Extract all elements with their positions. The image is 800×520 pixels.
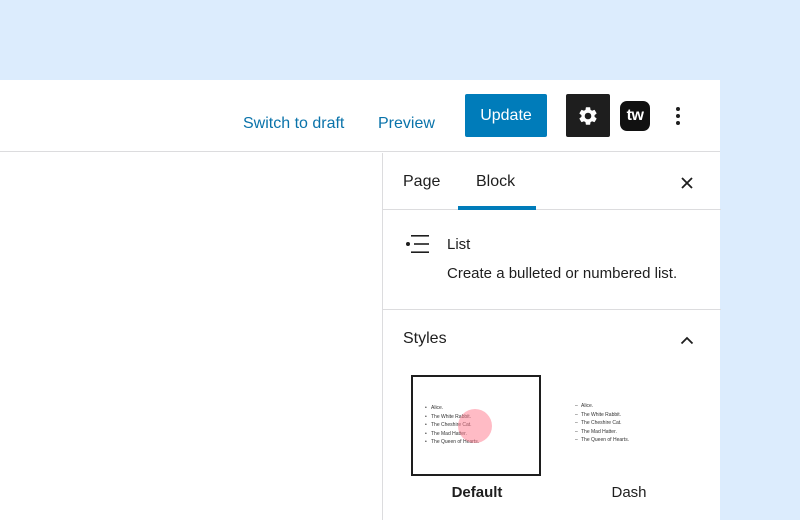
list-item: • The Queen of Hearts. xyxy=(425,439,480,445)
block-title: List xyxy=(447,236,471,253)
style-option-dash[interactable]: – Alice. – The White Rabbit. – The Cheshire… xyxy=(563,375,695,501)
block-card: List Create a bulleted or numbered list. xyxy=(383,210,721,310)
list-item: • Alice. xyxy=(425,405,444,411)
list-item: – The Queen of Hearts. xyxy=(575,437,630,443)
switch-to-draft-button[interactable]: Switch to draft xyxy=(243,104,344,144)
tab-block[interactable]: Block xyxy=(476,153,515,210)
styles-panel: Styles • Alice. • The White Rabbit. • The C… xyxy=(383,310,721,520)
sidebar-tabs: Page Block xyxy=(383,153,721,210)
list-item: – The White Rabbit. xyxy=(575,411,622,418)
close-sidebar-button[interactable] xyxy=(675,171,699,195)
list-icon xyxy=(406,235,429,253)
tab-page[interactable]: Page xyxy=(403,153,440,210)
preview-button[interactable]: Preview xyxy=(378,104,435,144)
preview-list: – Alice. – The White Rabbit. – The Cheshire… xyxy=(575,402,629,445)
update-button[interactable]: Update xyxy=(465,94,547,137)
style-preview-default[interactable]: • Alice. • The White Rabbit. • The Cheshire… xyxy=(411,375,541,476)
editor-header: Switch to draft Preview Update tw xyxy=(0,80,720,152)
styles-collapse-button[interactable] xyxy=(675,328,699,352)
style-option-default[interactable]: • Alice. • The White Rabbit. • The Cheshire… xyxy=(411,375,543,501)
more-options-button[interactable] xyxy=(668,102,688,130)
settings-button[interactable] xyxy=(566,94,610,137)
list-item: • The White Rabbit. xyxy=(425,413,472,420)
list-item: – The Cheshire Cat. xyxy=(575,420,622,426)
style-preview-dash[interactable]: – Alice. – The White Rabbit. – The Cheshire… xyxy=(563,375,693,476)
close-icon xyxy=(681,177,693,189)
gear-icon xyxy=(579,106,597,125)
block-description: Create a bulleted or numbered list. xyxy=(447,265,678,282)
vertical-ellipsis-icon xyxy=(676,107,680,125)
tw-logo-button[interactable]: tw xyxy=(620,101,650,131)
list-item: • The Cheshire Cat. xyxy=(425,422,472,428)
preview-list: • Alice. • The White Rabbit. • The Cheshire… xyxy=(425,404,479,447)
list-item: • The Mad Hatter. xyxy=(425,430,467,437)
editor-window: Switch to draft Preview Update tw Page B… xyxy=(0,80,721,520)
list-item: – The Mad Hatter. xyxy=(575,428,617,435)
settings-sidebar: Page Block List Create a bulleted or num… xyxy=(382,153,721,520)
style-label-dash: Dash xyxy=(611,484,647,501)
chevron-up-icon xyxy=(680,336,694,344)
list-item: – Alice. xyxy=(575,403,594,409)
styles-panel-title[interactable]: Styles xyxy=(403,330,447,348)
style-label-default: Default xyxy=(451,484,503,501)
